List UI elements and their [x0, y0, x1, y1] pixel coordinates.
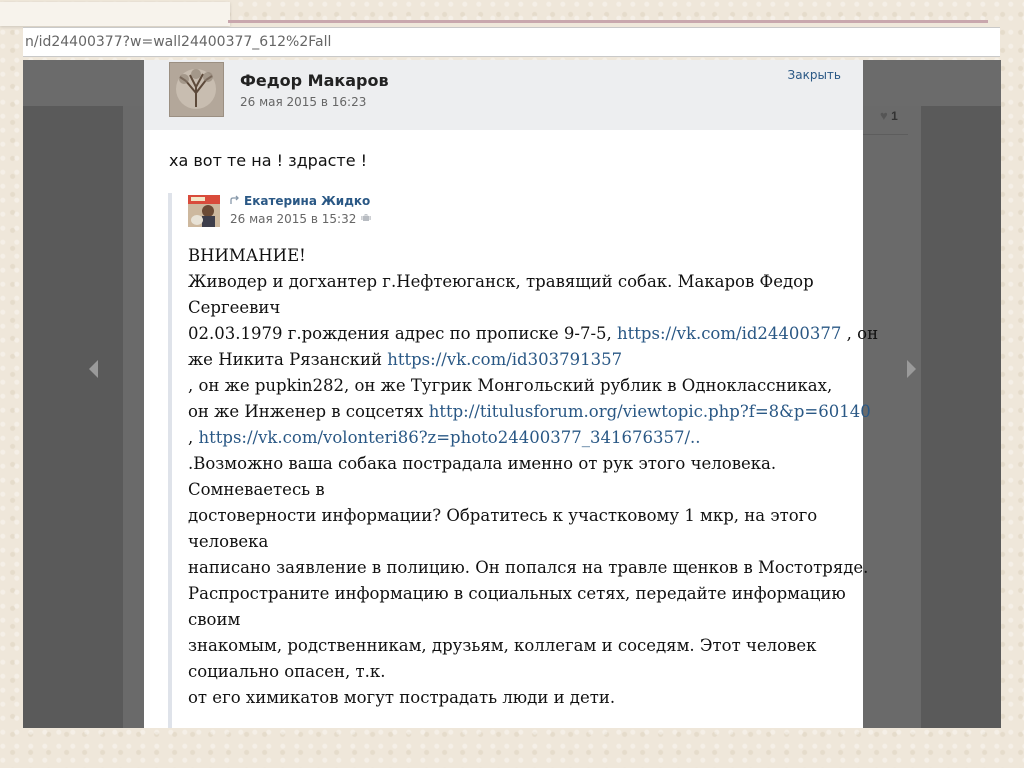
repost-text-line: 02.03.1979 г.рождения адрес по прописке … [188, 321, 878, 347]
repost-text-fragment: достоверности информации? Обратитесь к у… [188, 506, 818, 525]
repost-text: ВНИМАНИЕ! Живодер и догхантер г.Нефтеюган… [188, 243, 878, 711]
repost-text-fragment: , он [841, 324, 879, 343]
repost-text-fragment: Живодер и догхантер г.Нефтеюганск, травя… [188, 272, 814, 291]
repost-text-line: своим [188, 607, 848, 633]
repost-text-fragment: Сомневаетесь в [188, 480, 325, 499]
repost-text-line: Живодер и догхантер г.Нефтеюганск, травя… [188, 269, 848, 295]
repost-text-fragment: от его химикатов могут пострадать люди и… [188, 688, 616, 707]
arrow-left-icon[interactable] [89, 360, 98, 378]
address-url[interactable]: n/id24400377?w=wall24400377_612%2Fall [25, 34, 331, 50]
browser-tab-accent [228, 20, 988, 23]
repost-text-fragment: знакомым, родственникам, друзьям, коллег… [188, 636, 817, 655]
repost-link[interactable]: https://vk.com/id303791357 [387, 350, 622, 369]
page-viewport: ♥ 1 Федор Макаров 26 мая 2015 в 16:23 За… [23, 60, 1001, 728]
repost-text-line: Распространите информацию в социальных с… [188, 581, 848, 607]
repost-text-fragment: же Никита Рязанский [188, 350, 388, 369]
repost-author-name[interactable]: Екатерина Жидко [244, 194, 370, 208]
android-icon [361, 212, 372, 226]
repost-link[interactable]: http://titulusforum.org/viewtopic.php?f=… [429, 402, 871, 421]
repost-text-line: ВНИМАНИЕ! [188, 243, 848, 269]
close-button[interactable]: Закрыть [788, 68, 841, 82]
repost-text-fragment: , [188, 428, 199, 447]
repost-text-fragment: 02.03.1979 г.рождения адрес по прописке … [188, 324, 618, 343]
repost-text-fragment: написано заявление в полицию. Он попался… [188, 558, 869, 577]
repost-arrow-icon [230, 194, 240, 208]
post-date[interactable]: 26 мая 2015 в 16:23 [240, 95, 366, 109]
repost-text-line: .Возможно ваша собака пострадала именно … [188, 451, 848, 477]
repost-text-line: знакомым, родственникам, друзьям, коллег… [188, 633, 848, 659]
repost-date-row: 26 мая 2015 в 15:32 [230, 212, 372, 226]
repost-text-fragment: , он же pupkin282, он же Тугрик Монгольс… [188, 376, 833, 395]
repost-avatar[interactable] [188, 195, 220, 227]
repost-text-line: , https://vk.com/volonteri86?z=photo2440… [188, 425, 848, 451]
repost-text-line: Сергеевич [188, 295, 848, 321]
background-like-counter: ♥ 1 [880, 108, 898, 123]
repost-text-line: он же Инженер в соцсетях http://titulusf… [188, 399, 871, 425]
repost-text-line: , он же pupkin282, он же Тугрик Монгольс… [188, 373, 848, 399]
repost-text-line: же Никита Рязанский https://vk.com/id303… [188, 347, 848, 373]
repost-text-line: написано заявление в полицию. Он попался… [188, 555, 868, 581]
like-count: 1 [891, 109, 898, 123]
repost-text-fragment: ВНИМАНИЕ! [188, 246, 306, 265]
repost-text-fragment: он же Инженер в соцсетях [188, 402, 429, 421]
post-header: Федор Макаров 26 мая 2015 в 16:23 Закрыт… [144, 60, 863, 130]
repost-link[interactable]: https://vk.com/id24400377 [617, 324, 841, 343]
post-text: ха вот те на ! здрасте ! [169, 151, 368, 170]
repost-text-fragment: Сергеевич [188, 298, 281, 317]
avatar[interactable] [169, 62, 224, 117]
post-modal: Федор Макаров 26 мая 2015 в 16:23 Закрыт… [144, 60, 878, 728]
address-bar[interactable]: n/id24400377?w=wall24400377_612%2Fall [23, 27, 1000, 57]
repost-text-line: от его химикатов могут пострадать люди и… [188, 685, 848, 711]
heart-icon: ♥ [880, 108, 888, 123]
repost-link[interactable]: https://vk.com/volonteri86?z=photo244003… [199, 428, 701, 447]
repost-text-fragment: Распространите информацию в социальных с… [188, 584, 846, 603]
repost-text-fragment: своим [188, 610, 241, 629]
repost-date[interactable]: 26 мая 2015 в 15:32 [230, 212, 356, 226]
post-author-name[interactable]: Федор Макаров [240, 71, 389, 90]
repost-block: Екатерина Жидко 26 мая 2015 в 15:32 ВНИМ… [168, 193, 878, 728]
repost-text-line: Сомневаетесь в [188, 477, 848, 503]
repost-text-line: социально опасен, т.к. [188, 659, 848, 685]
browser-tab-edge [0, 2, 230, 26]
arrow-right-icon[interactable] [907, 360, 916, 378]
repost-author[interactable]: Екатерина Жидко [230, 194, 370, 208]
repost-text-fragment: .Возможно ваша собака пострадала именно … [188, 454, 777, 473]
repost-text-fragment: человека [188, 532, 269, 551]
repost-text-fragment: социально опасен, т.к. [188, 662, 386, 681]
repost-text-line: человека [188, 529, 848, 555]
repost-text-line: достоверности информации? Обратитесь к у… [188, 503, 848, 529]
